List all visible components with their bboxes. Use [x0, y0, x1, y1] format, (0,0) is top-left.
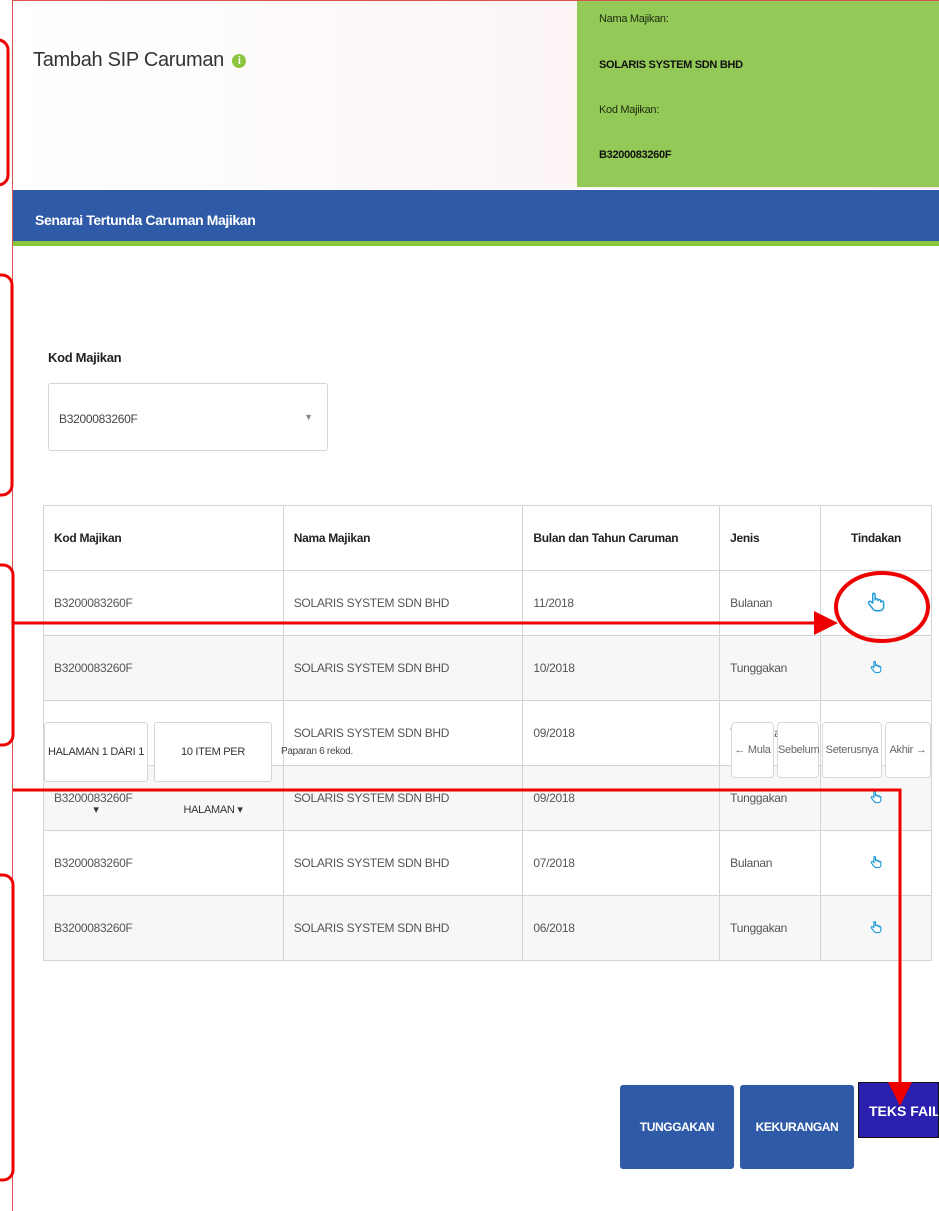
- pointing-hand-icon[interactable]: [869, 658, 883, 679]
- next-page-button[interactable]: Seterusnya: [822, 722, 882, 778]
- cell-action: [820, 635, 932, 701]
- cell-employer-name: SOLARIS SYSTEM SDN BHD: [282, 830, 524, 896]
- first-page-button[interactable]: ← Mula: [731, 722, 774, 778]
- employer-code-label: Kod Majikan:: [599, 104, 659, 116]
- records-info: Paparan 6 rekod.: [281, 746, 353, 757]
- cell-month-year: 09/2018: [522, 700, 721, 766]
- cell-type: Tunggakan: [719, 895, 822, 961]
- cell-type: Tunggakan: [719, 635, 822, 701]
- cell-type: Bulanan: [719, 830, 822, 896]
- cell-employer-name: SOLARIS SYSTEM SDN BHD: [282, 765, 524, 831]
- page-select-button[interactable]: HALAMAN 1 DARI 1 ▾: [44, 722, 148, 816]
- table-header-row: Kod Majikan Nama Majikan Bulan dan Tahun…: [43, 505, 932, 571]
- table-row: B3200083260F SOLARIS SYSTEM SDN BHD 07/2…: [43, 830, 932, 896]
- section-title-bar: Senarai Tertunda Caruman Majikan: [13, 190, 939, 246]
- cell-month-year: 10/2018: [522, 635, 721, 701]
- section-title: Senarai Tertunda Caruman Majikan: [35, 212, 256, 228]
- cell-type: Bulanan: [719, 570, 822, 636]
- cell-employer-name: SOLARIS SYSTEM SDN BHD: [282, 570, 524, 636]
- caret-down-icon: ▾: [93, 804, 99, 816]
- pointing-hand-icon[interactable]: [869, 788, 883, 809]
- cell-month-year: 09/2018: [522, 765, 721, 831]
- teks-fail-button[interactable]: TEKS FAIL: [858, 1082, 939, 1138]
- last-page-button[interactable]: Akhir →: [885, 722, 931, 778]
- filter-label: Kod Majikan: [48, 350, 122, 365]
- cell-employer-code: B3200083260F: [43, 570, 284, 636]
- page-title: Tambah SIP Caruman i: [33, 49, 247, 72]
- page-title-text: Tambah SIP Caruman: [33, 49, 224, 71]
- employer-info-panel: Nama Majikan: SOLARIS SYSTEM SDN BHD Kod…: [577, 1, 939, 187]
- cell-employer-code: B3200083260F: [43, 635, 284, 701]
- caret-down-icon: ▾: [237, 804, 243, 816]
- pointing-hand-icon[interactable]: [869, 853, 883, 874]
- cell-action: [820, 895, 932, 961]
- column-header: Kod Majikan: [43, 505, 284, 571]
- column-header: Bulan dan Tahun Caruman: [522, 505, 721, 571]
- cell-employer-name: SOLARIS SYSTEM SDN BHD: [282, 635, 524, 701]
- cell-action: [820, 830, 932, 896]
- page-select-label: HALAMAN 1 DARI 1: [47, 746, 145, 758]
- employer-code-select[interactable]: B3200083260F ▼: [48, 383, 328, 451]
- annotation-box: [0, 273, 14, 497]
- previous-page-button[interactable]: Sebelum: [777, 722, 820, 778]
- per-page-select-button[interactable]: 10 ITEM PER HALAMAN ▾: [154, 722, 272, 816]
- pointing-hand-icon[interactable]: [869, 918, 883, 939]
- annotation-box: [0, 38, 10, 187]
- pointing-hand-icon[interactable]: [865, 591, 887, 616]
- employer-code-select-value: B3200083260F: [59, 412, 138, 426]
- chevron-down-icon: ▼: [304, 412, 313, 422]
- per-page-select-label: 10 ITEM PER HALAMAN: [181, 746, 245, 816]
- tunggakan-caruman-button[interactable]: TUNGGAKAN CARUMAN: [620, 1085, 734, 1211]
- table-row: B3200083260F SOLARIS SYSTEM SDN BHD 10/2…: [43, 635, 932, 701]
- employer-name-label: Nama Majikan:: [599, 13, 669, 25]
- column-header: Tindakan: [820, 505, 932, 571]
- cell-month-year: 06/2018: [522, 895, 721, 961]
- cell-month-year: 07/2018: [522, 830, 721, 896]
- cell-employer-name: SOLARIS SYSTEM SDN BHD: [282, 895, 524, 961]
- cell-month-year: 11/2018: [522, 570, 721, 636]
- table-row: B3200083260F SOLARIS SYSTEM SDN BHD 06/2…: [43, 895, 932, 961]
- employer-name: SOLARIS SYSTEM SDN BHD: [599, 59, 743, 71]
- cell-employer-code: B3200083260F: [43, 895, 284, 961]
- cell-employer-code: B3200083260F: [43, 830, 284, 896]
- cell-action: [820, 570, 932, 636]
- column-header: Nama Majikan: [282, 505, 524, 571]
- column-header: Jenis: [719, 505, 822, 571]
- employer-code: B3200083260F: [599, 149, 672, 161]
- kekurangan-caruman-button[interactable]: KEKURANGAN CARUMAN: [740, 1085, 854, 1211]
- table-row: B3200083260F SOLARIS SYSTEM SDN BHD 11/2…: [43, 570, 932, 636]
- info-icon[interactable]: i: [232, 54, 247, 68]
